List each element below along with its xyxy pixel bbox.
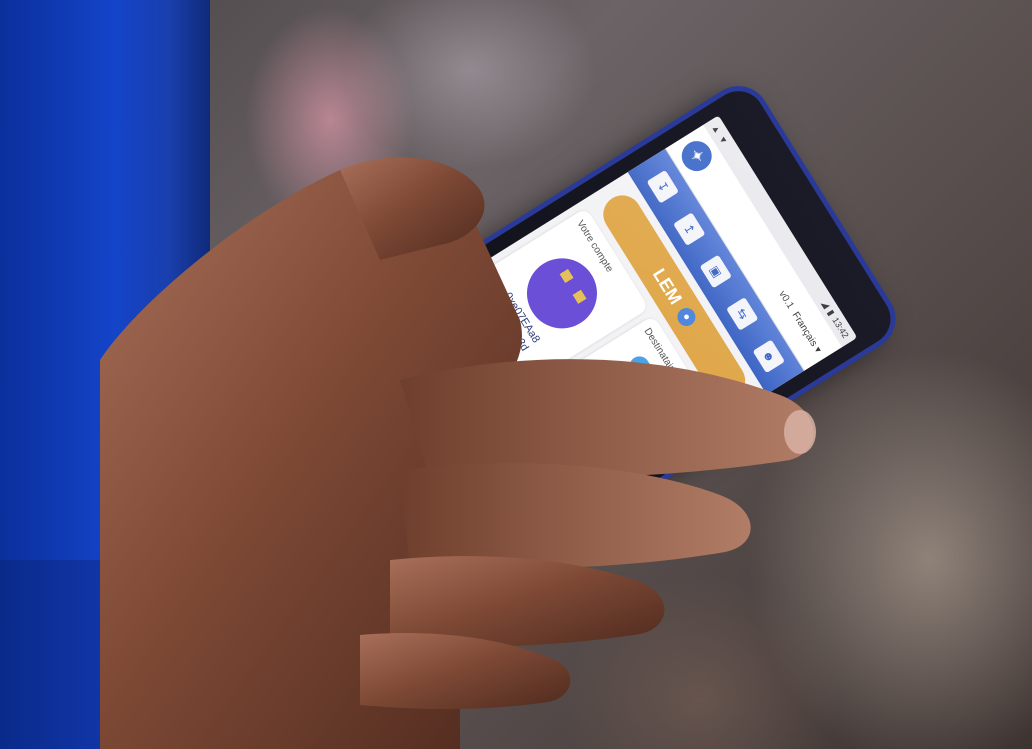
destination-address: 0x1 <box>558 429 577 449</box>
app-logo-icon[interactable]: ✦ <box>676 135 718 177</box>
receive-icon[interactable]: ↧ <box>646 169 680 204</box>
language-select[interactable]: Français ▾ <box>790 310 824 355</box>
currency-label: LEM <box>649 264 687 308</box>
app-version: v0.1 <box>776 288 797 311</box>
exchange-icon[interactable]: ⇆ <box>726 297 759 331</box>
contacts-group-icon[interactable]: ☻ <box>752 339 785 374</box>
chevron-down-icon: ▾ <box>811 344 824 355</box>
language-label: Français <box>790 309 820 349</box>
signal-icon: ◢ <box>820 298 833 310</box>
photo-scene: ▲ ▼ ◢ ▮ 13:42 ✦ v0.1 Français ▾ ↧ ↥ ▣ ⇆ … <box>0 0 1032 749</box>
currency-info-icon: ● <box>674 304 699 330</box>
blue-sleeve-lower <box>0 560 190 749</box>
wifi-icon: ▼ <box>716 133 730 147</box>
wallet-icon[interactable]: ▣ <box>699 254 733 289</box>
notification-icon: ▲ <box>709 122 723 136</box>
send-icon[interactable]: ↥ <box>673 212 706 246</box>
